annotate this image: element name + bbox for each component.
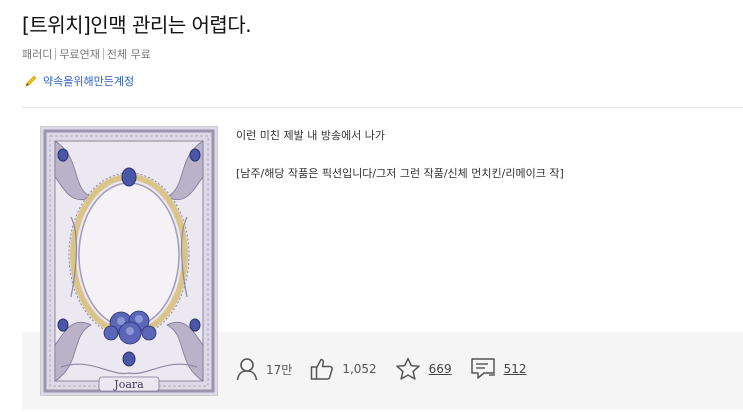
likes-count: 1,052 bbox=[342, 362, 377, 376]
views-count: 17만 bbox=[266, 362, 293, 377]
author-link[interactable]: 약속을위해만든계정 bbox=[24, 73, 134, 89]
meta-divider bbox=[102, 48, 104, 60]
synopsis: 이런 미친 제발 내 방송에서 나가 [남주/해당 작품은 픽션입니다/그저 그… bbox=[236, 128, 564, 204]
cover-watermark: Joara bbox=[113, 378, 144, 391]
views-stat: 17만 bbox=[236, 357, 292, 381]
meta-divider bbox=[55, 48, 57, 60]
comments-stat[interactable]: 512 bbox=[470, 357, 527, 381]
likes-stat[interactable]: 1,052 bbox=[310, 357, 377, 381]
novel-meta: 패러디 무료연재 전체 무료 bbox=[22, 46, 151, 62]
author-name: 약속을위해만든계정 bbox=[43, 75, 135, 88]
thumbs-up-icon[interactable] bbox=[310, 357, 334, 381]
stats-row: 17만 1,052 669 512 bbox=[236, 357, 544, 381]
favorites-count[interactable]: 669 bbox=[429, 362, 452, 376]
synopsis-tags: [남주/해당 작품은 픽션입니다/그저 그런 작품/신체 먼치킨/리메이크 작] bbox=[236, 167, 564, 180]
novel-title: [트위치]인맥 관리는 어렵다. bbox=[22, 13, 252, 37]
comments-count[interactable]: 512 bbox=[504, 362, 527, 376]
synopsis-line: 이런 미친 제발 내 방송에서 나가 bbox=[236, 129, 386, 142]
star-icon[interactable] bbox=[395, 357, 421, 381]
access-tag: 전체 무료 bbox=[106, 48, 151, 61]
user-icon bbox=[236, 358, 258, 381]
favorites-stat[interactable]: 669 bbox=[395, 357, 452, 381]
comment-icon[interactable] bbox=[470, 357, 496, 381]
section-divider bbox=[22, 107, 743, 108]
ornate-frame-illustration: Joara bbox=[41, 127, 217, 395]
cover-image[interactable]: Joara bbox=[40, 126, 218, 396]
pencil-icon bbox=[25, 75, 37, 87]
genre-tag[interactable]: 패러디 bbox=[22, 46, 52, 62]
pricing-tag: 무료연재 bbox=[59, 48, 100, 61]
